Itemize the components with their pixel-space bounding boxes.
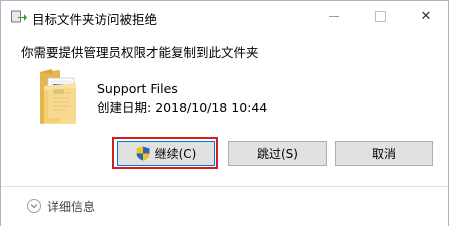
item-created: 创建日期: 2018/10/18 10:44 <box>97 97 271 116</box>
chevron-down-circle-icon <box>27 199 41 213</box>
skip-button[interactable]: 跳过(S) <box>228 141 327 166</box>
maximize-button[interactable] <box>357 1 403 31</box>
created-label: 创建日期: <box>97 100 152 115</box>
details-toggle[interactable]: 详细信息 <box>27 197 95 215</box>
title-bar[interactable]: 目标文件夹访问被拒绝 ✕ <box>1 1 448 33</box>
cancel-button[interactable]: 取消 <box>335 141 433 166</box>
chevron-down-icon <box>30 204 38 209</box>
close-icon: ✕ <box>420 8 432 24</box>
window-title: 目标文件夹访问被拒绝 <box>32 12 158 27</box>
uac-shield-icon <box>136 146 150 161</box>
permission-message: 你需要提供管理员权限才能复制到此文件夹 <box>21 45 259 60</box>
created-value: 2018/10/18 10:44 <box>155 100 268 115</box>
dialog-window: 目标文件夹访问被拒绝 ✕ 你需要提供管理员权限才能复制到此文件夹 Support… <box>0 0 449 226</box>
cancel-label: 取消 <box>371 147 396 161</box>
folder-icon <box>40 69 76 124</box>
continue-label: 继续(C) <box>154 147 197 161</box>
footer: 详细信息 <box>1 186 448 226</box>
close-button[interactable]: ✕ <box>403 1 449 31</box>
file-transfer-icon <box>11 10 27 23</box>
skip-label: 跳过(S) <box>257 147 298 161</box>
item-name: Support Files <box>97 81 178 96</box>
continue-button[interactable]: 继续(C) <box>117 141 215 166</box>
minimize-icon <box>329 15 339 17</box>
minimize-button[interactable] <box>311 1 357 31</box>
maximize-icon <box>374 10 386 22</box>
details-label: 详细信息 <box>47 199 96 214</box>
